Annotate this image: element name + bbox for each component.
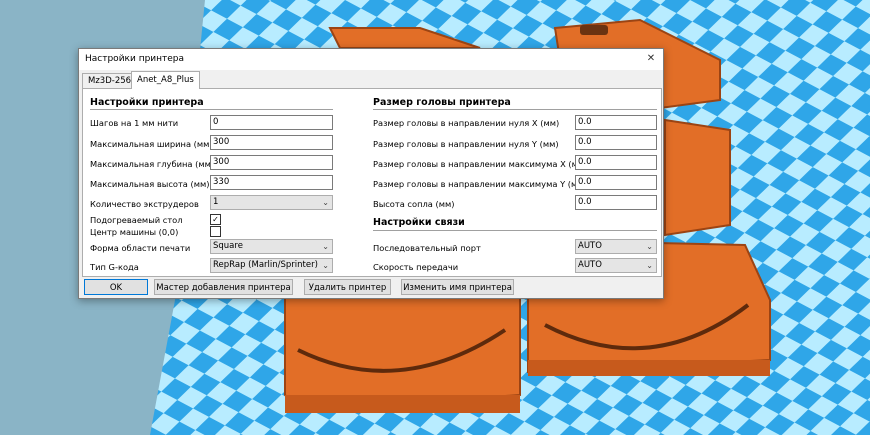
steps-per-mm-label: Шагов на 1 мм нити <box>90 118 179 128</box>
close-icon[interactable]: ✕ <box>643 51 659 67</box>
nozzle-height-input[interactable]: 0.0 <box>575 195 657 210</box>
head-max-y-label: Размер головы в направлении максимума Y … <box>373 179 587 189</box>
ok-button[interactable]: OK <box>84 279 148 295</box>
max-height-label: Максимальная высота (мм) <box>90 179 210 189</box>
extruder-count-label: Количество экструдеров <box>90 199 199 209</box>
chevron-down-icon: ⌄ <box>646 242 653 251</box>
max-depth-input[interactable]: 300 <box>210 155 333 170</box>
max-height-input[interactable]: 330 <box>210 175 333 190</box>
chevron-down-icon: ⌄ <box>322 242 329 251</box>
section-divider <box>90 109 333 110</box>
head-max-x-input[interactable]: 0.0 <box>575 155 657 170</box>
nozzle-height-label: Высота сопла (мм) <box>373 199 455 209</box>
head-size-heading: Размер головы принтера <box>373 97 511 108</box>
tab-mz3d-256[interactable]: Mz3D-256 <box>82 73 138 88</box>
bed-shape-value: Square <box>213 241 243 251</box>
title-bar: Настройки принтера ✕ <box>79 49 663 70</box>
max-width-label: Максимальная ширина (мм) <box>90 139 213 149</box>
bed-shape-label: Форма области печати <box>90 243 191 253</box>
machine-center-checkbox[interactable] <box>210 226 221 237</box>
head-min-x-input[interactable]: 0.0 <box>575 115 657 130</box>
max-depth-label: Максимальная глубина (мм) <box>90 159 215 169</box>
comm-settings-heading: Настройки связи <box>373 217 465 228</box>
printer-settings-dialog: Настройки принтера ✕ Mz3D-256 Anet_A8_Pl… <box>78 48 664 299</box>
machine-center-label: Центр машины (0,0) <box>90 227 179 237</box>
extruder-count-value: 1 <box>213 197 219 207</box>
head-min-y-label: Размер головы в направлении нуля Y (мм) <box>373 139 559 149</box>
add-printer-wizard-button[interactable]: Мастер добавления принтера <box>154 279 293 295</box>
gcode-type-label: Тип G-кода <box>90 262 139 272</box>
serial-port-select[interactable]: AUTO ⌄ <box>575 239 657 254</box>
printer-settings-heading: Настройки принтера <box>90 97 204 108</box>
gcode-type-select[interactable]: RepRap (Marlin/Sprinter) ⌄ <box>210 258 333 273</box>
bed-shape-select[interactable]: Square ⌄ <box>210 239 333 254</box>
head-max-y-input[interactable]: 0.0 <box>575 175 657 190</box>
chevron-down-icon: ⌄ <box>646 261 653 270</box>
baud-rate-select[interactable]: AUTO ⌄ <box>575 258 657 273</box>
head-min-x-label: Размер головы в направлении нуля X (мм) <box>373 118 560 128</box>
baud-rate-label: Скорость передачи <box>373 262 459 272</box>
head-min-y-input[interactable]: 0.0 <box>575 135 657 150</box>
serial-port-value: AUTO <box>578 241 602 251</box>
heated-bed-checkbox[interactable]: ✓ <box>210 214 221 225</box>
baud-rate-value: AUTO <box>578 260 602 270</box>
heated-bed-label: Подогреваемый стол <box>90 215 183 225</box>
steps-per-mm-input[interactable]: 0 <box>210 115 333 130</box>
window-title: Настройки принтера <box>85 54 185 64</box>
rename-printer-button[interactable]: Изменить имя принтера <box>401 279 514 295</box>
chevron-down-icon: ⌄ <box>322 198 329 207</box>
settings-panel: Настройки принтера Шагов на 1 мм нити 0 … <box>82 88 662 277</box>
extruder-count-select[interactable]: 1 ⌄ <box>210 195 333 210</box>
tab-anet-a8-plus[interactable]: Anet_A8_Plus <box>131 71 200 89</box>
max-width-input[interactable]: 300 <box>210 135 333 150</box>
gcode-type-value: RepRap (Marlin/Sprinter) <box>213 260 318 270</box>
serial-port-label: Последовательный порт <box>373 243 481 253</box>
section-divider <box>373 109 657 110</box>
section-divider <box>373 230 657 231</box>
remove-printer-button[interactable]: Удалить принтер <box>304 279 391 295</box>
chevron-down-icon: ⌄ <box>322 261 329 270</box>
head-max-x-label: Размер головы в направлении максимума X … <box>373 159 588 169</box>
